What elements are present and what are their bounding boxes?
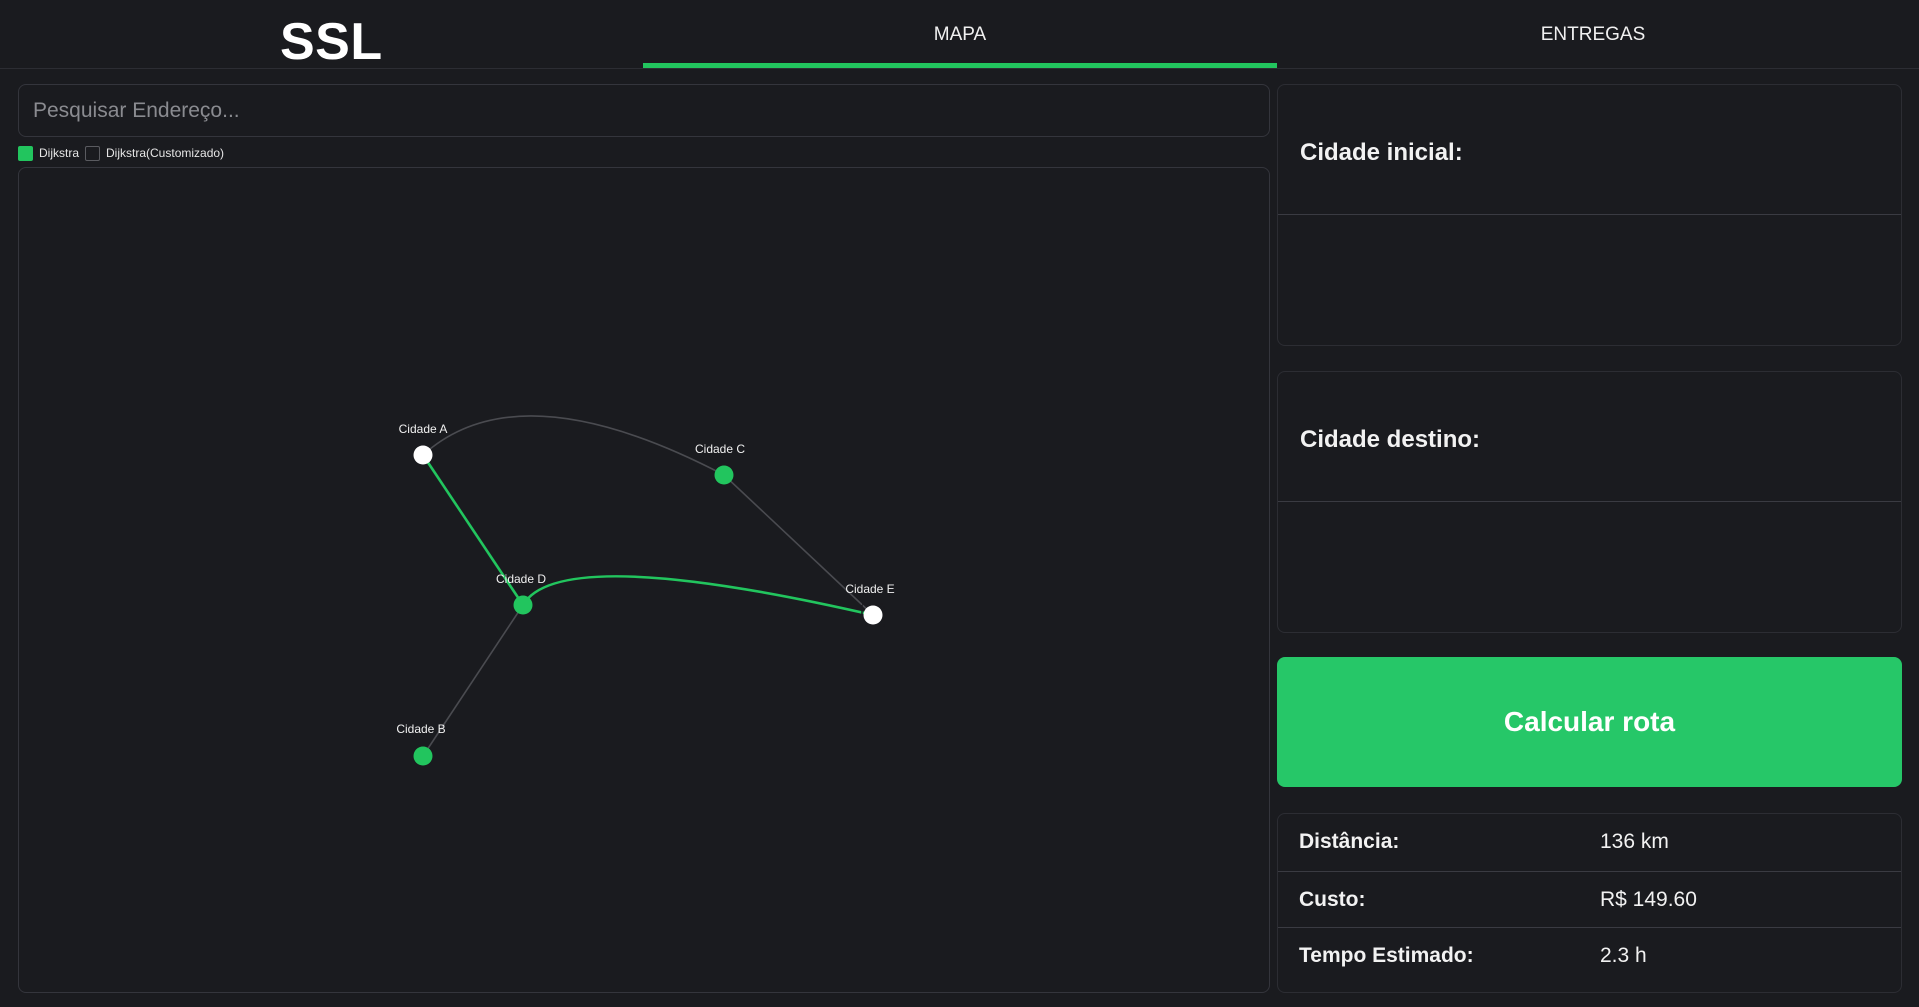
tempo-label: Tempo Estimado: (1299, 943, 1474, 967)
active-tab-indicator (643, 63, 1277, 68)
origin-divider (1278, 214, 1901, 215)
custo-label: Custo: (1299, 887, 1366, 911)
stat-row-custo: Custo: R$ 149.60 (1278, 871, 1901, 927)
tempo-value: 2.3 h (1600, 943, 1647, 967)
stat-row-distancia: Distância: 136 km (1278, 814, 1901, 870)
node-label-cidade-d: Cidade D (496, 572, 546, 586)
app-logo: SSL (280, 13, 383, 71)
node-label-cidade-a: Cidade A (399, 422, 448, 436)
search-input[interactable] (18, 84, 1270, 137)
destination-divider (1278, 501, 1901, 502)
destination-value[interactable] (1300, 522, 1879, 612)
calculate-route-button[interactable]: Calcular rota (1277, 657, 1902, 787)
legend-dijkstra-custom-label: Dijkstra(Customizado) (106, 146, 225, 160)
legend-dijkstra-label: Dijkstra (39, 146, 80, 160)
node-label-cidade-b: Cidade B (396, 722, 445, 736)
stat-row-tempo: Tempo Estimado: 2.3 h (1278, 927, 1901, 983)
tab-mapa[interactable]: MAPA (643, 0, 1277, 69)
destination-card: Cidade destino: (1277, 371, 1902, 633)
node-cidade-e[interactable] (863, 605, 883, 625)
distancia-value: 136 km (1600, 830, 1669, 853)
distancia-label: Distância: (1299, 830, 1400, 853)
graph-svg[interactable]: Cidade A Cidade C Cidade D Cidade B Cida… (19, 168, 1270, 993)
origin-label: Cidade inicial: (1300, 139, 1463, 166)
app-root: SSL MAPA ENTREGAS Dijkstra Dijkstra(Cust… (0, 0, 1919, 1007)
node-cidade-b[interactable] (413, 746, 433, 766)
header: SSL MAPA ENTREGAS (0, 0, 1919, 71)
dijkstra-checkbox[interactable] (18, 145, 33, 161)
node-label-cidade-e: Cidade E (845, 582, 894, 596)
destination-label: Cidade destino: (1300, 426, 1481, 453)
edge-d-e-path (521, 575, 874, 617)
edge-a-c (422, 415, 725, 476)
node-cidade-d[interactable] (513, 595, 533, 615)
legend-dijkstra-custom[interactable]: Dijkstra(Customizado) (85, 145, 225, 161)
node-label-cidade-c: Cidade C (695, 442, 745, 456)
origin-value[interactable] (1300, 235, 1879, 325)
custo-value: R$ 149.60 (1600, 887, 1697, 911)
tab-entregas[interactable]: ENTREGAS (1277, 0, 1909, 69)
route-stats: Distância: 136 km Custo: R$ 149.60 Tempo… (1277, 813, 1902, 993)
node-cidade-c[interactable] (714, 465, 734, 485)
origin-card: Cidade inicial: (1277, 84, 1902, 346)
algorithm-legend: Dijkstra Dijkstra(Customizado) (18, 144, 230, 162)
legend-dijkstra[interactable]: Dijkstra (18, 145, 80, 161)
map-canvas[interactable]: Cidade A Cidade C Cidade D Cidade B Cida… (18, 167, 1270, 993)
node-cidade-a[interactable] (413, 445, 433, 465)
dijkstra-custom-checkbox[interactable] (85, 145, 101, 161)
